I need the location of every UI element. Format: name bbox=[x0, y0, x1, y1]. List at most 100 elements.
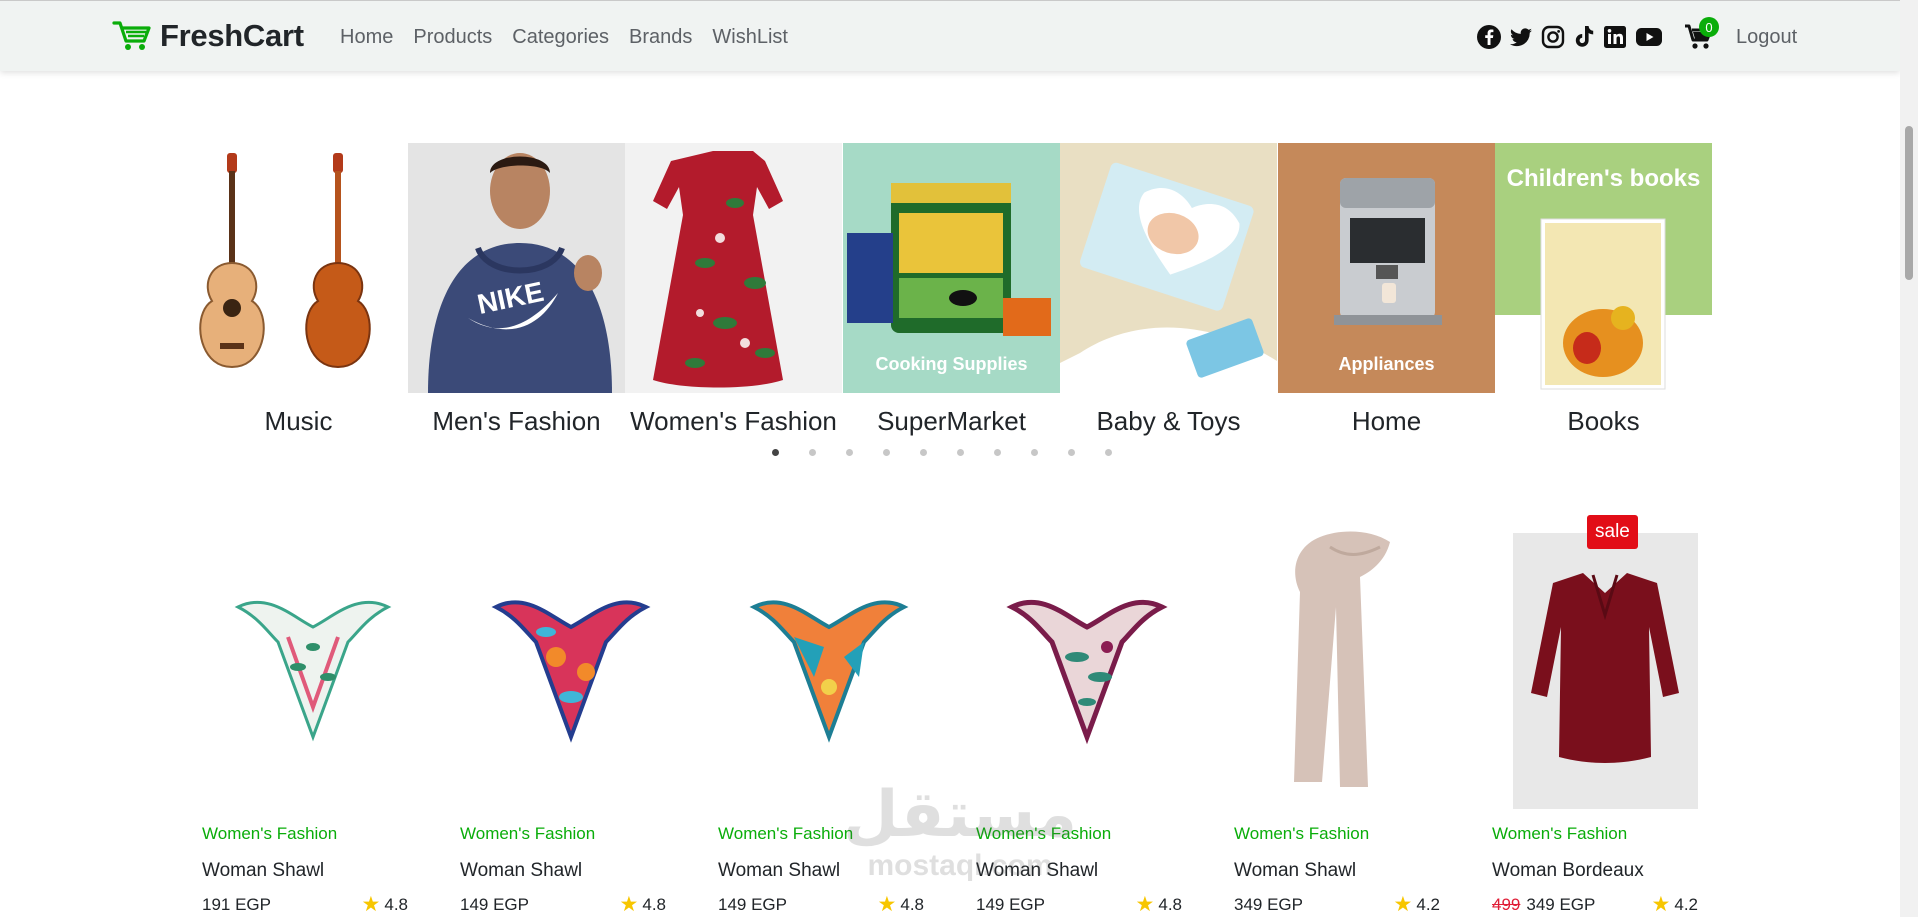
category-overlay-label: Appliances bbox=[1338, 354, 1435, 374]
rating-value: 4.8 bbox=[384, 894, 408, 914]
twitter-icon[interactable] bbox=[1508, 24, 1534, 50]
scrollbar-thumb[interactable] bbox=[1905, 126, 1913, 280]
product-image bbox=[202, 515, 424, 808]
product-rating: ★ 4.8 bbox=[878, 894, 924, 915]
product-rating: ★ 4.8 bbox=[362, 894, 408, 915]
product-rating: ★ 4.2 bbox=[1652, 894, 1698, 915]
category-item-music[interactable]: Music bbox=[190, 143, 407, 437]
product-price: 349 EGP bbox=[1526, 894, 1596, 914]
product-meta: 499 349 EGP ★ 4.2 bbox=[1492, 894, 1698, 915]
nav-link-brands[interactable]: Brands bbox=[629, 26, 692, 49]
product-title: Woman Shawl bbox=[976, 860, 1099, 881]
logout-link[interactable]: Logout bbox=[1736, 26, 1797, 49]
rating-value: 4.2 bbox=[1416, 894, 1440, 914]
rating-value: 4.8 bbox=[1158, 894, 1182, 914]
slider-dot[interactable] bbox=[957, 449, 964, 456]
star-icon: ★ bbox=[361, 893, 381, 916]
product-title: Woman Shawl bbox=[718, 860, 841, 881]
category-name: Women's Fashion bbox=[630, 406, 837, 436]
category-item-home[interactable]: Appliances Home bbox=[1278, 143, 1495, 437]
category-item-womens-fashion[interactable]: Women's Fashion bbox=[625, 143, 842, 437]
category-item-books[interactable]: Children's books Books bbox=[1495, 143, 1712, 437]
product-card[interactable]: sale Women's Fashion Woman Bordeaux 499 3… bbox=[1492, 515, 1714, 915]
slider-dot[interactable] bbox=[920, 449, 927, 456]
social-icons bbox=[1476, 24, 1664, 50]
product-meta: 149 EGP ★ 4.8 bbox=[718, 894, 924, 915]
slider-dot[interactable] bbox=[994, 449, 1001, 456]
category-item-mens-fashion[interactable]: NIKE Men's Fashion bbox=[408, 143, 625, 437]
nav-link-products[interactable]: Products bbox=[413, 26, 492, 49]
product-category: Women's Fashion bbox=[718, 824, 854, 843]
product-category: Women's Fashion bbox=[1234, 824, 1370, 843]
slider-dot[interactable] bbox=[1068, 449, 1075, 456]
product-image: sale bbox=[1492, 515, 1714, 809]
category-image bbox=[190, 143, 407, 393]
slider-dot[interactable] bbox=[1031, 449, 1038, 456]
product-meta: 149 EGP ★ 4.8 bbox=[460, 894, 666, 915]
category-image bbox=[625, 143, 842, 393]
nav-link-home[interactable]: Home bbox=[340, 26, 393, 49]
product-card[interactable]: Women's Fashion Woman Shawl 149 EGP ★ 4.8 bbox=[976, 515, 1198, 915]
nav-link-wishlist[interactable]: WishList bbox=[712, 26, 788, 49]
product-card[interactable]: Women's Fashion Woman Shawl 149 EGP ★ 4.8 bbox=[460, 515, 682, 915]
product-price: 349 EGP bbox=[1234, 894, 1303, 914]
category-item-supermarket[interactable]: Cooking Supplies SuperMarket bbox=[843, 143, 1060, 437]
rating-value: 4.8 bbox=[900, 894, 924, 914]
slider-dot[interactable] bbox=[1105, 449, 1112, 456]
category-name: Men's Fashion bbox=[432, 406, 601, 436]
product-price: 149 EGP bbox=[976, 894, 1045, 914]
category-name: Music bbox=[264, 406, 333, 436]
brand-logo[interactable]: FreshCart bbox=[112, 15, 304, 57]
product-title: Woman Shawl bbox=[1234, 860, 1357, 881]
category-image: Cooking Supplies bbox=[843, 143, 1060, 393]
books-banner-label: Children's books bbox=[1506, 165, 1701, 192]
youtube-icon[interactable] bbox=[1634, 24, 1664, 50]
product-card[interactable]: Women's Fashion Woman Shawl 349 EGP ★ 4.2 bbox=[1234, 515, 1456, 915]
facebook-icon[interactable] bbox=[1476, 24, 1502, 50]
scarf-image bbox=[1006, 599, 1168, 744]
star-icon: ★ bbox=[1393, 893, 1413, 916]
linkedin-icon[interactable] bbox=[1602, 24, 1628, 50]
nav-link-categories[interactable]: Categories bbox=[512, 26, 609, 49]
product-card[interactable]: Women's Fashion Woman Shawl 149 EGP ★ 4.8 bbox=[718, 515, 940, 915]
product-image bbox=[718, 515, 940, 808]
product-meta: 191 EGP ★ 4.8 bbox=[202, 894, 408, 915]
star-icon: ★ bbox=[619, 893, 639, 916]
blouse-image bbox=[1531, 573, 1679, 763]
product-rating: ★ 4.8 bbox=[620, 894, 666, 915]
nav-right: 0 Logout bbox=[1476, 1, 1797, 73]
cart-button[interactable]: 0 bbox=[1682, 17, 1719, 54]
guitar-image bbox=[199, 153, 371, 368]
product-card[interactable]: Women's Fashion Woman Shawl 191 EGP ★ 4.8 bbox=[202, 515, 424, 915]
category-overlay-label: Cooking Supplies bbox=[875, 354, 1028, 374]
star-icon: ★ bbox=[1651, 893, 1671, 916]
scarf-image bbox=[234, 600, 392, 741]
dress-image bbox=[653, 151, 783, 388]
instagram-icon[interactable] bbox=[1540, 24, 1566, 50]
category-name: SuperMarket bbox=[877, 406, 1026, 436]
category-name: Baby & Toys bbox=[1096, 406, 1241, 436]
scarf-image bbox=[491, 599, 651, 743]
long-scarf-image bbox=[1294, 531, 1390, 787]
slider-dot[interactable] bbox=[772, 449, 779, 456]
star-icon: ★ bbox=[1135, 893, 1155, 916]
slider-dot[interactable] bbox=[883, 449, 890, 456]
tiktok-icon[interactable] bbox=[1572, 24, 1596, 50]
scarf-image bbox=[749, 599, 909, 743]
slider-dot[interactable] bbox=[809, 449, 816, 456]
star-icon: ★ bbox=[877, 893, 897, 916]
category-item-baby-toys[interactable]: Baby & Toys bbox=[1060, 143, 1277, 437]
product-image bbox=[1234, 515, 1456, 808]
product-meta: 349 EGP ★ 4.2 bbox=[1234, 894, 1440, 915]
category-image: Children's books bbox=[1495, 143, 1712, 393]
category-name: Books bbox=[1567, 406, 1640, 436]
hoodie-man-image: NIKE bbox=[428, 153, 612, 393]
nav-links: Home Products Categories Brands WishList bbox=[340, 1, 788, 73]
product-image bbox=[460, 515, 682, 808]
product-price: 149 EGP bbox=[460, 894, 529, 914]
slider-dot[interactable] bbox=[846, 449, 853, 456]
product-meta: 149 EGP ★ 4.8 bbox=[976, 894, 1182, 915]
diapers-box-image bbox=[1060, 143, 1277, 393]
product-rating: ★ 4.2 bbox=[1394, 894, 1440, 915]
rating-value: 4.2 bbox=[1674, 894, 1698, 914]
